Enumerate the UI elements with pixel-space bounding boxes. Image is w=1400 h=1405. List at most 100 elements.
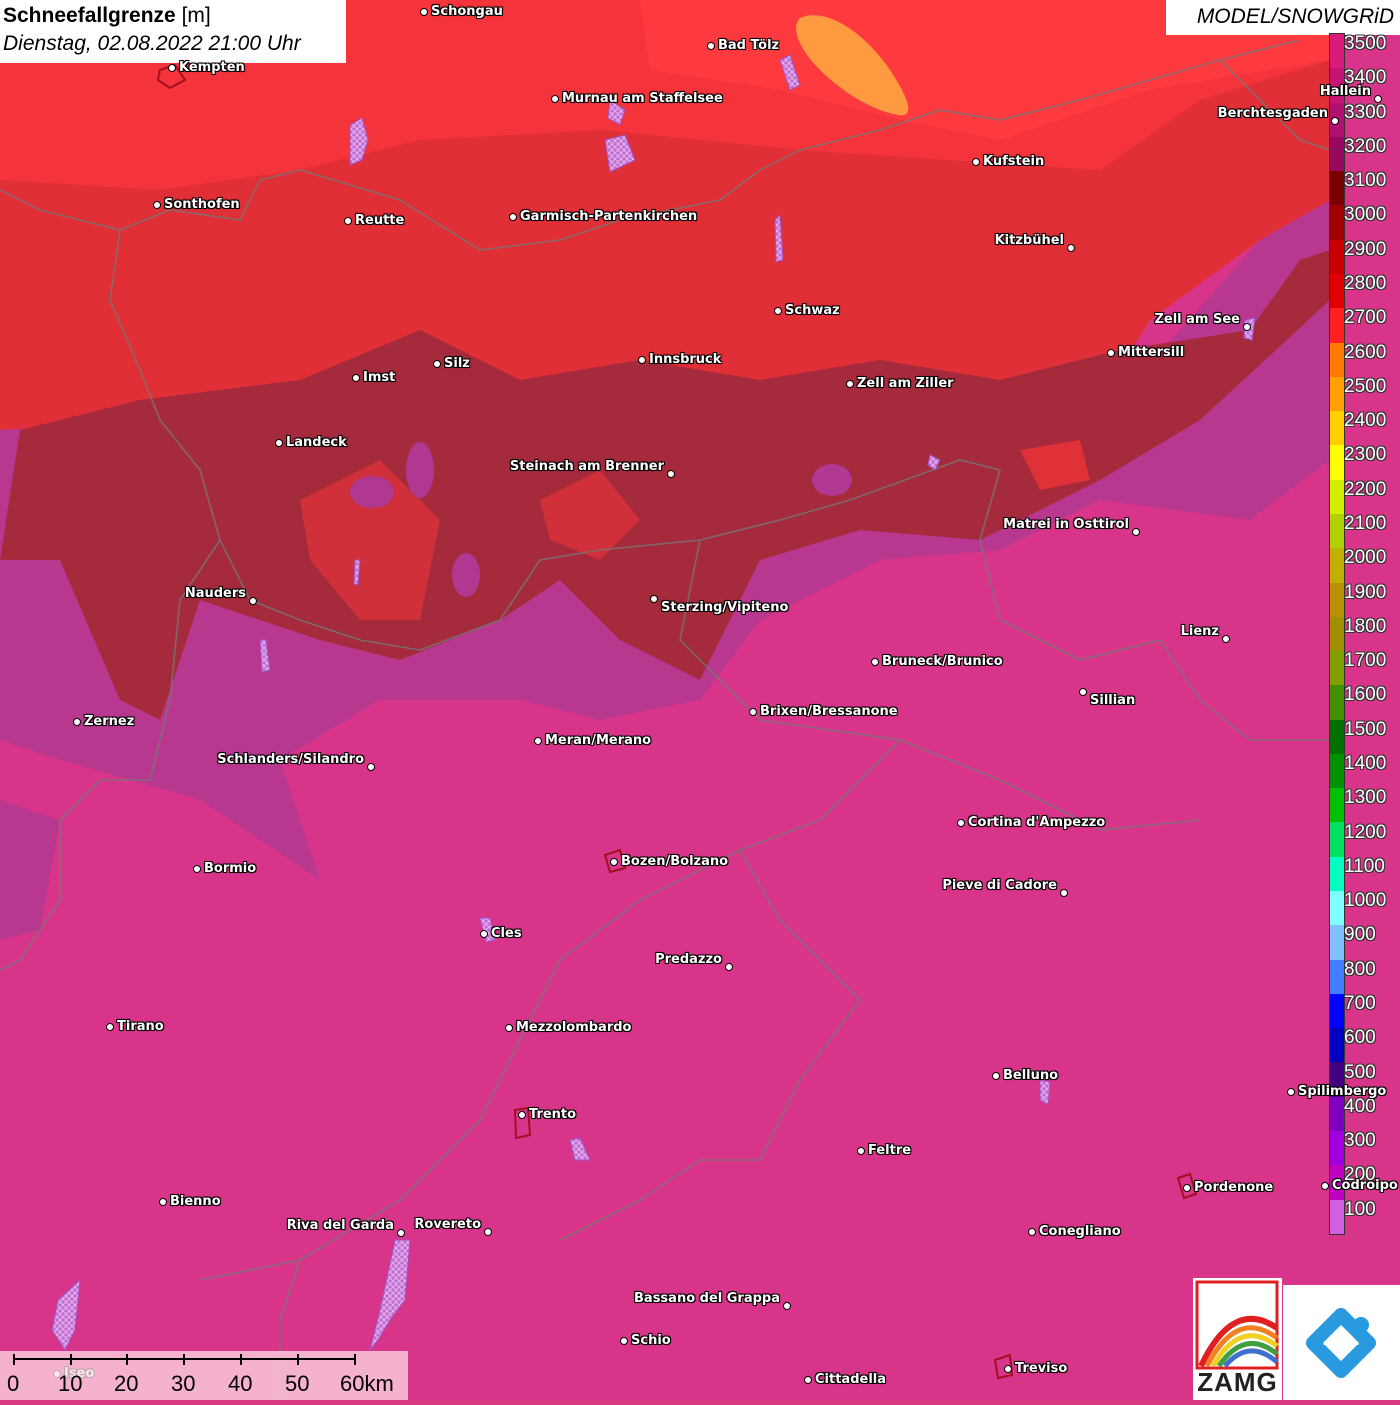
legend-swatch <box>1330 1028 1344 1063</box>
model-box: MODEL/SNOWGRiD <box>1166 0 1400 35</box>
city-marker <box>193 865 201 873</box>
legend-swatch <box>1330 616 1344 652</box>
city-marker <box>352 374 360 382</box>
partner-logo <box>1283 1285 1400 1400</box>
zamg-text: ZAMG <box>1197 1367 1278 1397</box>
city-label: Conegliano <box>1039 1224 1121 1239</box>
city-label: Predazzo <box>655 952 722 967</box>
city-label: Feltre <box>868 1143 912 1158</box>
city-label: Nauders <box>184 586 246 601</box>
city-marker <box>804 1376 812 1384</box>
legend-label: 3000 <box>1344 204 1387 226</box>
legend-label: 300 <box>1344 1130 1376 1152</box>
city-label: Zernez <box>84 714 135 729</box>
city-label: Imst <box>363 370 396 385</box>
city-marker <box>344 217 352 225</box>
legend-swatch <box>1330 856 1344 892</box>
city-label: Garmisch-Partenkirchen <box>520 209 698 224</box>
city-label: Silz <box>444 356 470 371</box>
zamg-rainbow-icon <box>1195 1280 1279 1370</box>
map-datetime: Dienstag, 02.08.2022 21:00 Uhr <box>3 32 301 55</box>
model-label: MODEL/SNOWGRiD <box>1196 5 1394 28</box>
city-label: Murnau am Staffelsee <box>562 91 723 106</box>
city-marker <box>1028 1228 1036 1236</box>
city-marker <box>106 1023 114 1031</box>
city-marker <box>774 307 782 315</box>
legend-label: 400 <box>1344 1095 1376 1117</box>
city-label: Belluno <box>1003 1068 1059 1083</box>
city-label: Steinach am Brenner <box>509 459 664 474</box>
scale-label: 30 <box>171 1371 196 1396</box>
city-marker <box>707 42 715 50</box>
city-label: Meran/Merano <box>545 733 652 748</box>
city-marker <box>551 95 559 103</box>
city-label: Sillian <box>1090 693 1136 708</box>
title-box: Schneefallgrenze [m] Dienstag, 02.08.202… <box>0 0 346 63</box>
city-label: Schlanders/Silandro <box>217 752 364 767</box>
city-label: Matrei in Osttirol <box>1003 517 1129 532</box>
legend-label: 3200 <box>1344 135 1387 157</box>
city-marker <box>749 708 757 716</box>
city-marker <box>159 1198 167 1206</box>
legend-label: 2000 <box>1344 547 1387 569</box>
city-marker <box>1222 635 1230 643</box>
city-marker <box>620 1337 628 1345</box>
legend-swatch <box>1330 171 1344 206</box>
legend-label: 600 <box>1344 1027 1376 1049</box>
legend-swatch <box>1330 34 1344 69</box>
legend-label: 1000 <box>1344 890 1387 912</box>
legend-swatch <box>1330 822 1344 857</box>
legend-label: 2400 <box>1344 410 1387 432</box>
city-label: Schio <box>631 1333 671 1348</box>
city-label: Zell am See <box>1154 312 1240 327</box>
legend-swatch <box>1330 719 1344 754</box>
scale-label: 10 <box>58 1371 83 1396</box>
city-label: Cittadella <box>815 1372 887 1387</box>
title-bold: Schneefallgrenze <box>3 4 176 27</box>
city-marker <box>1321 1182 1329 1190</box>
city-label: Tirano <box>117 1019 164 1034</box>
legend-label: 2800 <box>1344 273 1387 294</box>
legend-swatch <box>1330 308 1344 343</box>
legend-label: 500 <box>1344 1061 1376 1083</box>
legend-label: 1200 <box>1344 821 1387 843</box>
city-label: Schongau <box>431 4 503 19</box>
city-marker <box>433 360 441 368</box>
city-label: Bienno <box>170 1194 221 1209</box>
legend-label: 800 <box>1344 958 1376 980</box>
city-marker <box>992 1072 1000 1080</box>
city-label: Bozen/Bolzano <box>621 854 729 869</box>
scale-label: 60km <box>340 1371 394 1396</box>
city-label: Brixen/Bressanone <box>760 704 898 719</box>
legend-swatch <box>1330 788 1344 823</box>
city-label: Sonthofen <box>164 197 240 212</box>
city-marker <box>638 356 646 364</box>
city-label: Pieve di Cadore <box>942 878 1057 893</box>
legend-swatch <box>1330 1096 1344 1131</box>
legend-swatch <box>1330 925 1344 960</box>
legend-label: 1100 <box>1344 855 1385 877</box>
legend-label: 3300 <box>1344 101 1387 123</box>
city-marker <box>957 819 965 827</box>
city-marker <box>509 213 517 221</box>
city-marker <box>1183 1184 1191 1192</box>
city-marker <box>484 1228 492 1236</box>
city-label: Hallein <box>1319 84 1371 99</box>
city-label: Trento <box>529 1107 577 1122</box>
city-marker <box>846 380 854 388</box>
legend-label: 1800 <box>1344 615 1387 637</box>
city-marker <box>518 1111 526 1119</box>
city-label: Mittersill <box>1118 345 1185 360</box>
city-label: Innsbruck <box>649 352 722 367</box>
legend-swatch <box>1330 445 1344 480</box>
city-marker <box>650 595 658 603</box>
city-marker <box>725 963 733 971</box>
legend-label: 2100 <box>1344 513 1387 534</box>
legend-label: 1300 <box>1344 787 1387 809</box>
city-label: Bassano del Grappa <box>634 1291 780 1306</box>
title-unit: [m] <box>181 4 211 27</box>
city-marker <box>610 858 618 866</box>
legend-swatch <box>1330 239 1344 274</box>
scale-bar: 0 10 20 30 40 50 60km <box>0 1351 408 1400</box>
zamg-logo: ZAMG <box>1193 1278 1282 1400</box>
